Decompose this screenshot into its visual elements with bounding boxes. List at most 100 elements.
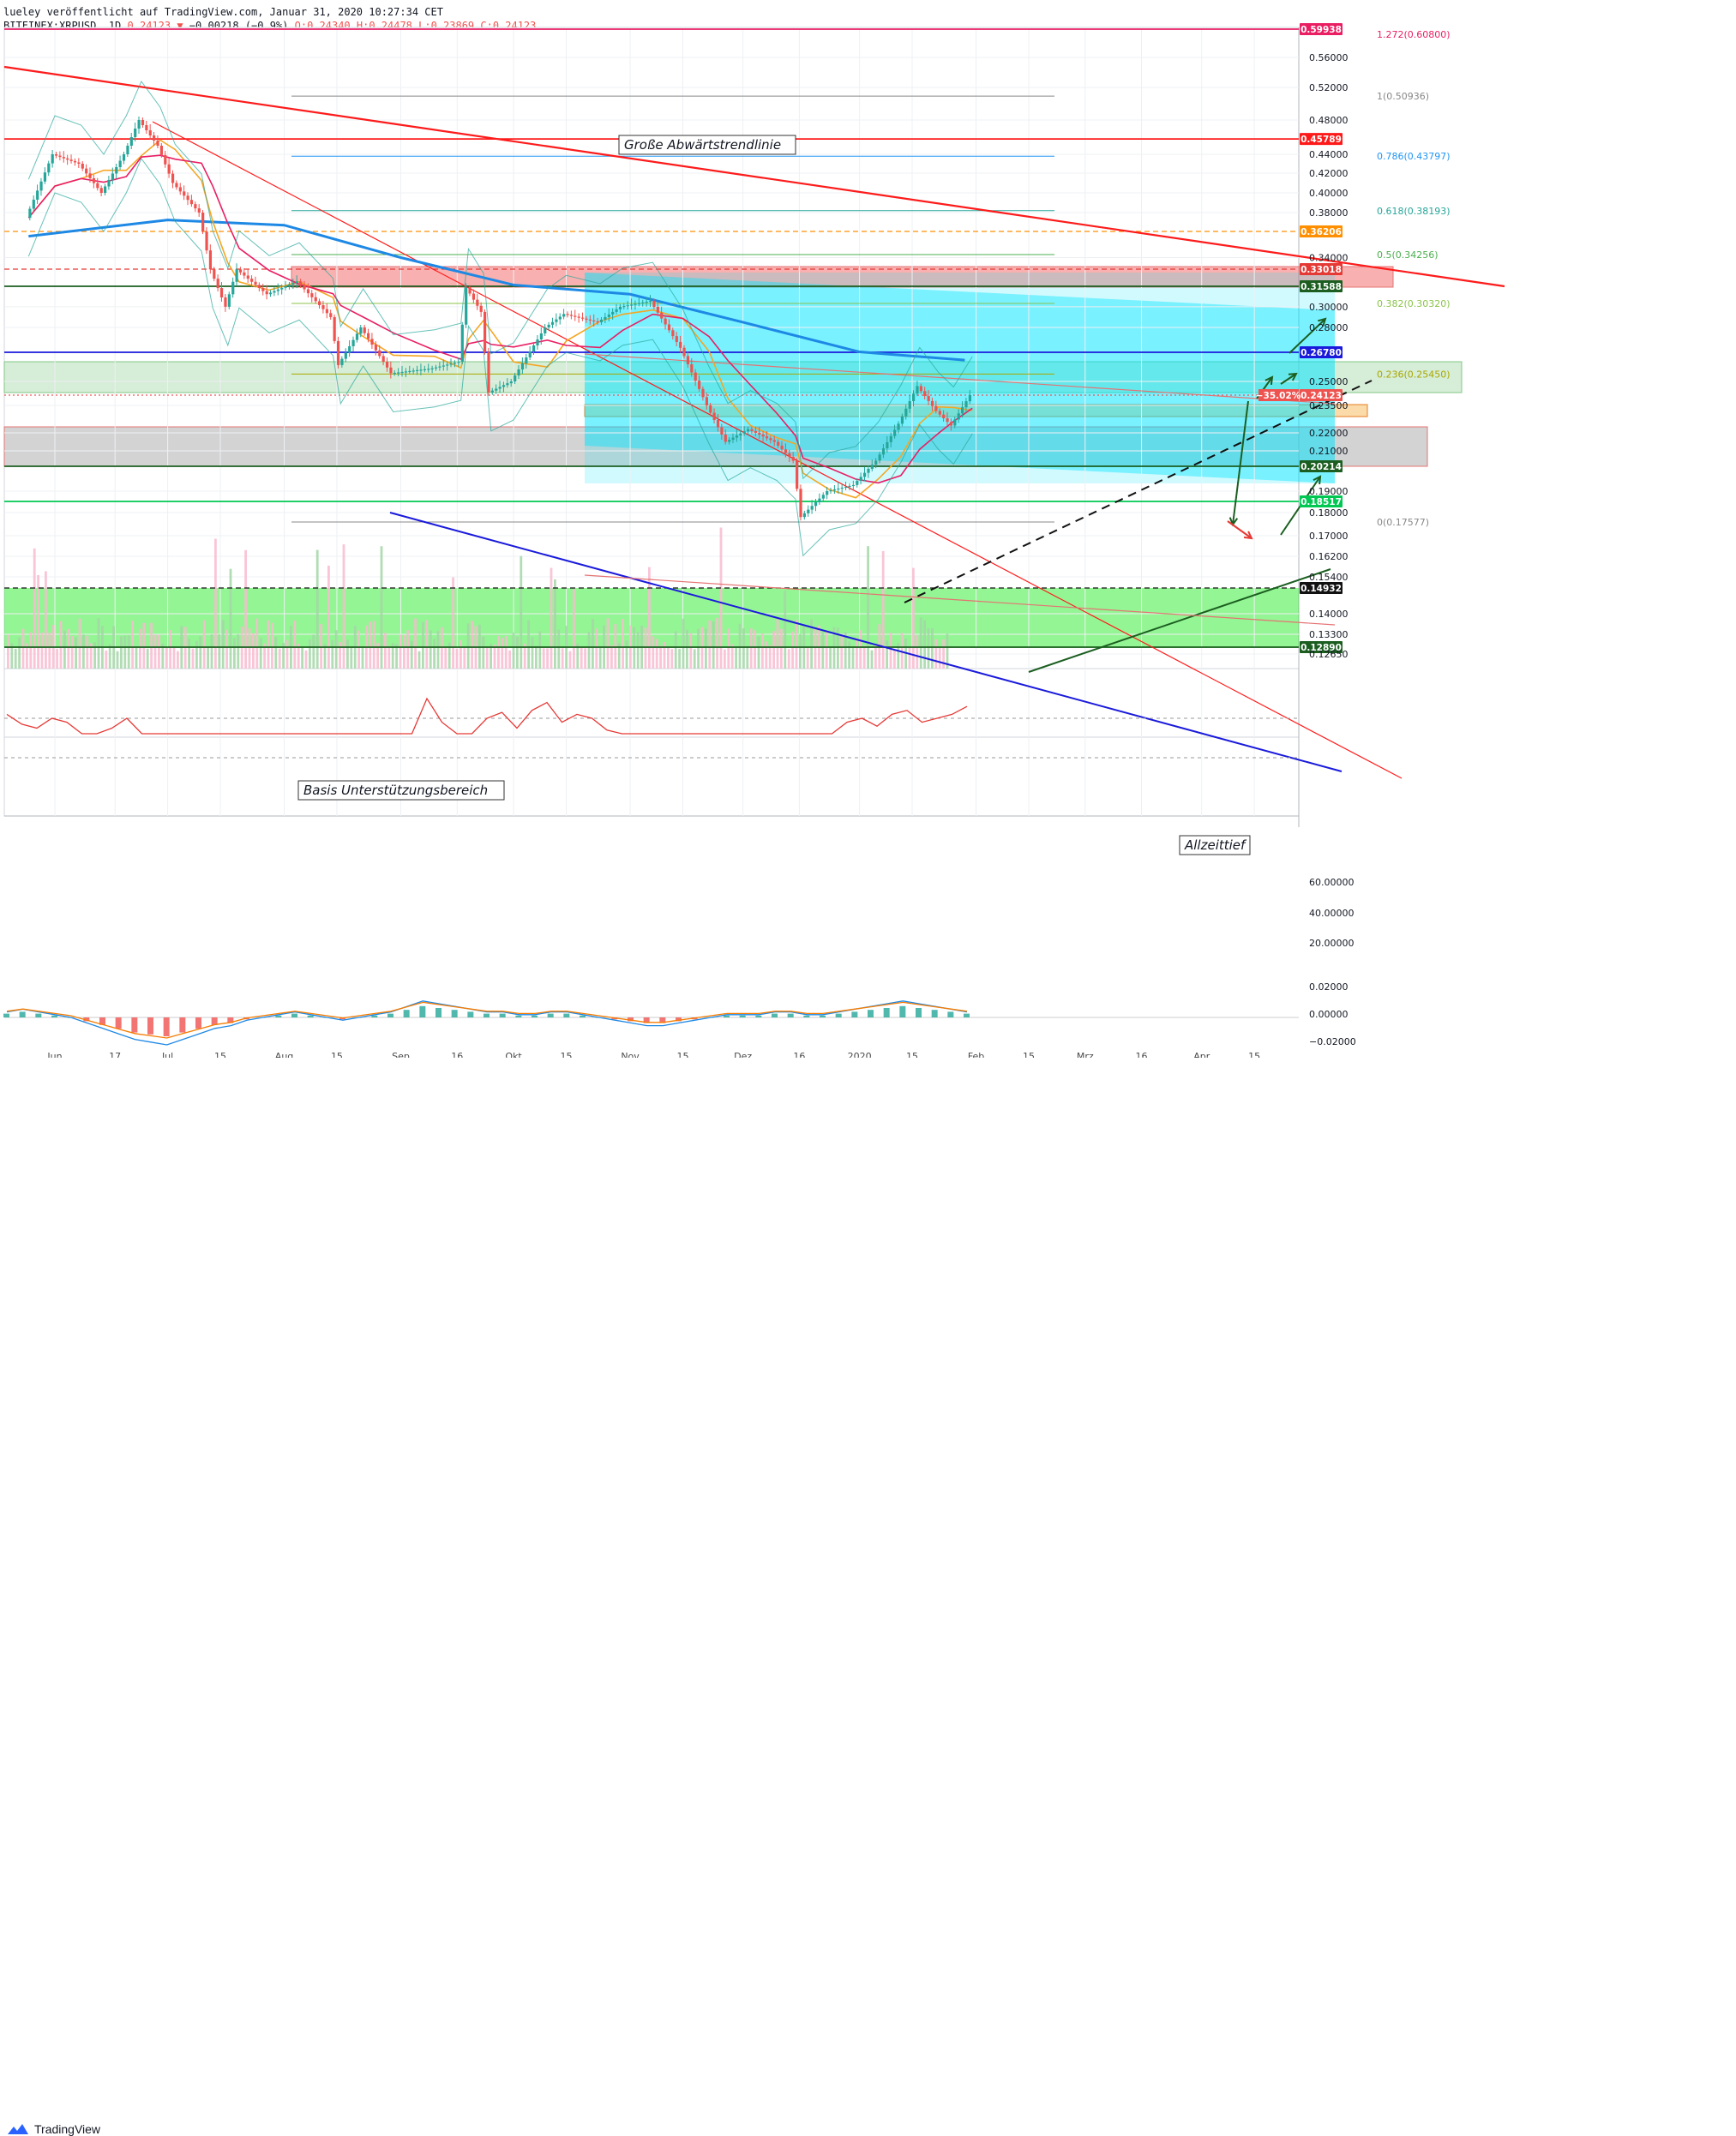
volume-bar xyxy=(339,641,341,669)
price-tick: 0.22000 xyxy=(1309,428,1349,439)
candle-body xyxy=(930,400,934,406)
candle-body xyxy=(874,460,878,465)
candle-body xyxy=(550,321,555,325)
candle-body xyxy=(946,417,949,423)
volume-bar xyxy=(248,627,251,669)
price-tick: 0.56000 xyxy=(1309,52,1349,63)
volume-bar xyxy=(799,633,802,669)
macd-hist-bar xyxy=(195,1017,201,1029)
candle-body xyxy=(434,367,438,369)
candle-body xyxy=(261,288,265,291)
volume-bar xyxy=(554,579,556,669)
candle-body xyxy=(949,422,953,426)
volume-bar xyxy=(346,639,349,669)
candle-body xyxy=(923,391,927,397)
candle-body xyxy=(457,362,460,363)
candle-body xyxy=(287,284,291,286)
downtrend-note: Große Abwärtstrendlinie xyxy=(624,137,781,153)
volume-bar xyxy=(40,632,44,669)
volume-bar xyxy=(169,630,171,669)
candle-body xyxy=(189,200,194,205)
candle-body xyxy=(419,369,423,371)
candle-body xyxy=(585,318,588,320)
rsi-tick: 60.00000 xyxy=(1309,877,1355,888)
tradingview-logo[interactable]: TradingView xyxy=(7,2122,100,2136)
price-chart[interactable]: 1(0.50936) 0.786(0.43797) 0.618(0.38193) 0.… xyxy=(0,0,1736,1058)
macd-hist-bar xyxy=(916,1008,922,1017)
volume-bar xyxy=(814,627,817,669)
candle-body xyxy=(254,281,257,285)
volume-bar xyxy=(923,620,926,669)
time-label: 16 xyxy=(451,1051,463,1058)
candle-body xyxy=(416,369,419,372)
volume-bar xyxy=(670,649,674,669)
candle-body xyxy=(574,315,577,317)
candle-body xyxy=(626,305,629,307)
volume-bar xyxy=(784,591,787,669)
volume-bar xyxy=(153,634,157,669)
candle-body xyxy=(596,321,599,323)
candle-body xyxy=(77,162,81,164)
candle-body xyxy=(799,489,802,518)
candle-body xyxy=(964,401,968,408)
volume-bar xyxy=(304,650,308,669)
volume-bar xyxy=(512,633,515,669)
volume-bar xyxy=(550,567,553,669)
volume-bar xyxy=(37,574,39,669)
candle-body xyxy=(43,172,47,182)
volume-bar xyxy=(105,651,108,669)
volume-bar xyxy=(497,635,500,669)
volume-bar xyxy=(255,618,259,669)
candle-body xyxy=(378,350,381,357)
macd-hist-bar xyxy=(51,1015,57,1017)
volume-bar xyxy=(384,633,387,669)
volume-bar xyxy=(856,637,858,669)
macd-hist-bar xyxy=(419,1005,426,1017)
volume-bar xyxy=(67,628,70,669)
candle-body xyxy=(36,190,39,200)
volume-bar xyxy=(934,639,938,669)
candle-body xyxy=(55,154,58,156)
candle-body xyxy=(818,498,821,502)
volume-bar xyxy=(252,633,255,669)
volume-bar xyxy=(452,577,454,669)
candle-body xyxy=(599,319,604,322)
time-label: Jul xyxy=(161,1051,173,1058)
volume-bar xyxy=(146,648,149,669)
level-badge-label: 0.45789 xyxy=(1300,135,1342,145)
candle-body xyxy=(336,340,340,365)
candle-body xyxy=(460,324,464,363)
price-tick: 0.28000 xyxy=(1309,322,1349,333)
candle-body xyxy=(107,180,111,187)
candle-body xyxy=(370,339,374,345)
price-tick: 0.19000 xyxy=(1309,486,1349,497)
price-tick: 0.38000 xyxy=(1309,207,1349,219)
candle-body xyxy=(265,291,268,295)
volume-bar xyxy=(886,640,888,669)
candle-body xyxy=(961,407,964,414)
candle-body xyxy=(183,191,186,196)
candle-body xyxy=(62,157,65,159)
volume-bar xyxy=(387,645,391,669)
candle-body xyxy=(942,414,946,418)
fib-label: 0.236(0.25450) xyxy=(1377,369,1451,380)
candle-body xyxy=(532,345,536,351)
volume-bar xyxy=(678,648,681,669)
fib-label: 0.618(0.38193) xyxy=(1377,206,1451,217)
volume-bar xyxy=(301,646,303,669)
candle-body xyxy=(111,173,114,180)
macd-hist-bar xyxy=(515,1015,522,1017)
volume-bar xyxy=(233,638,236,669)
macd-hist-bar xyxy=(19,1011,26,1017)
volume-bar xyxy=(919,617,922,669)
fib-top-label: 1.272(0.60800) xyxy=(1377,29,1451,40)
candle-body xyxy=(724,435,727,442)
fib-label: 1(0.50936) xyxy=(1377,91,1429,102)
macd-tick: 0.00000 xyxy=(1309,1009,1349,1020)
volume-bar xyxy=(259,638,262,669)
time-label: 15 xyxy=(906,1051,918,1058)
volume-bar xyxy=(622,619,624,669)
volume-bar xyxy=(116,651,119,669)
candle-body xyxy=(156,141,159,146)
candle-body xyxy=(796,460,799,489)
